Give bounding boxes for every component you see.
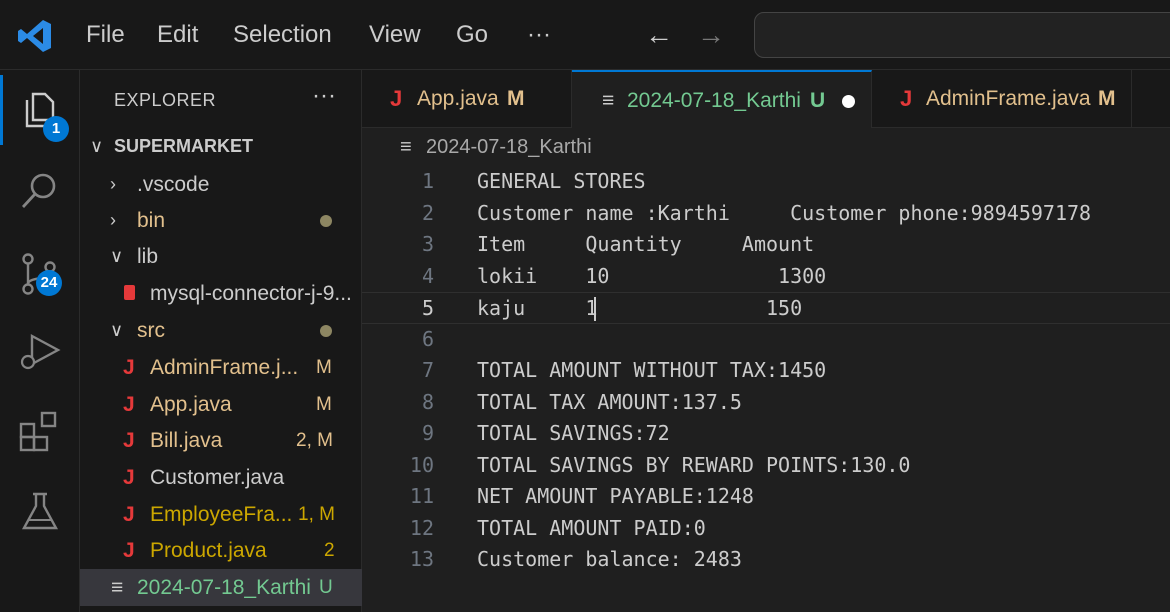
explorer-sidebar: EXPLORER ··· ∨ SUPERMARKET › .vscode › b… [80,70,362,612]
java-file-icon: J [123,503,135,526]
chevron-down-icon: ∨ [90,136,104,156]
file-mysql-connector[interactable]: mysql-connector-j-9... [80,275,362,312]
command-center-search[interactable] [754,12,1170,58]
chevron-right-icon: › [110,210,116,230]
back-arrow-icon[interactable]: ← [645,20,673,50]
text-cursor [594,297,596,321]
java-file-icon: J [123,466,135,489]
text-editor[interactable]: 1 GENERAL STORES 2 Customer name :Karthi C… [362,166,1170,612]
file-employeeframe[interactable]: J EmployeeFra... 1, M [80,496,362,533]
java-file-icon: J [123,429,135,452]
editor-line[interactable]: 10 TOTAL SAVINGS BY REWARD POINTS:130.0 [362,450,1170,482]
editor-line[interactable]: 6 [362,324,1170,356]
folder-bin[interactable]: › bin [80,202,362,239]
editor-line[interactable]: 9 TOTAL SAVINGS:72 [362,418,1170,450]
extensions-icon [19,411,57,452]
file-product[interactable]: J Product.java 2 [80,532,362,569]
file-adminframe[interactable]: J AdminFrame.j... M [80,349,362,386]
java-file-icon: J [123,539,135,562]
search-icon [21,173,56,208]
menu-selection[interactable]: Selection [233,0,332,70]
editor-line-current[interactable]: 5 kaju 1 150 [362,292,1170,324]
file-bill[interactable]: J Bill.java 2, M [80,422,362,459]
text-file-icon: ≡ [602,89,615,112]
editor-line[interactable]: 12 TOTAL AMOUNT PAID:0 [362,513,1170,545]
explorer-title: EXPLORER [114,90,217,110]
editor-line[interactable]: 2 Customer name :Karthi Customer phone:98… [362,198,1170,230]
editor-line[interactable]: 8 TOTAL TAX AMOUNT:137.5 [362,387,1170,419]
run-debug-icon [20,333,61,370]
explorer-activity[interactable]: 1 [0,75,80,145]
editor-line[interactable]: 11 NET AMOUNT PAYABLE:1248 [362,481,1170,513]
file-customer[interactable]: J Customer.java [80,459,362,496]
text-file-icon: ≡ [400,136,412,158]
tab-karthi[interactable]: ≡ 2024-07-18_Karthi U [572,70,872,128]
testing-activity[interactable] [0,475,80,545]
chevron-down-icon: ∨ [110,246,124,266]
folder-vscode[interactable]: › .vscode [80,166,362,203]
folder-lib[interactable]: ∨ lib [80,238,362,275]
explorer-more-button[interactable]: ··· [312,82,336,110]
flask-icon [21,492,59,530]
java-file-icon: J [123,393,135,416]
folder-src[interactable]: ∨ src [80,312,362,349]
editor-tabs: J App.java M ≡ 2024-07-18_Karthi U J Adm… [362,70,1170,128]
file-karthi[interactable]: ≡ 2024-07-18_Karthi U [80,569,362,606]
archive-file-icon [124,285,135,300]
explorer-badge: 1 [43,116,69,142]
modified-dot-icon [320,325,332,337]
title-bar: File Edit Selection View Go ··· ← → [0,0,1170,70]
menu-edit[interactable]: Edit [157,0,198,70]
source-control-activity[interactable]: 24 [0,238,80,308]
tab-app-java[interactable]: J App.java M [362,70,572,128]
editor-line[interactable]: 1 GENERAL STORES [362,166,1170,198]
modified-dot-icon [320,215,332,227]
menu-more[interactable]: ··· [527,0,551,70]
tab-adminframe-java[interactable]: J AdminFrame.java M [872,70,1132,128]
chevron-down-icon: ∨ [110,320,124,340]
editor-line[interactable]: 4 lokii 10 1300 [362,261,1170,293]
chevron-right-icon: › [110,174,116,194]
java-file-icon: J [123,356,135,379]
breadcrumb[interactable]: ≡ 2024-07-18_Karthi [362,128,1170,166]
extensions-activity[interactable] [0,395,80,465]
text-file-icon: ≡ [111,576,124,599]
vscode-logo-icon[interactable] [17,18,53,54]
forward-arrow-icon[interactable]: → [697,20,725,50]
source-control-badge: 24 [36,270,62,296]
java-file-icon: J [900,86,913,111]
editor-line[interactable]: 7 TOTAL AMOUNT WITHOUT TAX:1450 [362,355,1170,387]
project-folder[interactable]: ∨ SUPERMARKET [80,128,362,165]
file-app[interactable]: J App.java M [80,386,362,423]
editor-line[interactable]: 13 Customer balance: 2483 [362,544,1170,576]
java-file-icon: J [390,86,403,111]
search-activity[interactable] [0,154,80,224]
run-debug-activity[interactable] [0,315,80,385]
activity-bar: 1 24 [0,70,80,612]
menu-view[interactable]: View [369,0,421,70]
menu-file[interactable]: File [86,0,125,70]
menu-go[interactable]: Go [456,0,488,70]
unsaved-dot-icon[interactable] [842,95,855,108]
editor-line[interactable]: 3 Item Quantity Amount [362,229,1170,261]
